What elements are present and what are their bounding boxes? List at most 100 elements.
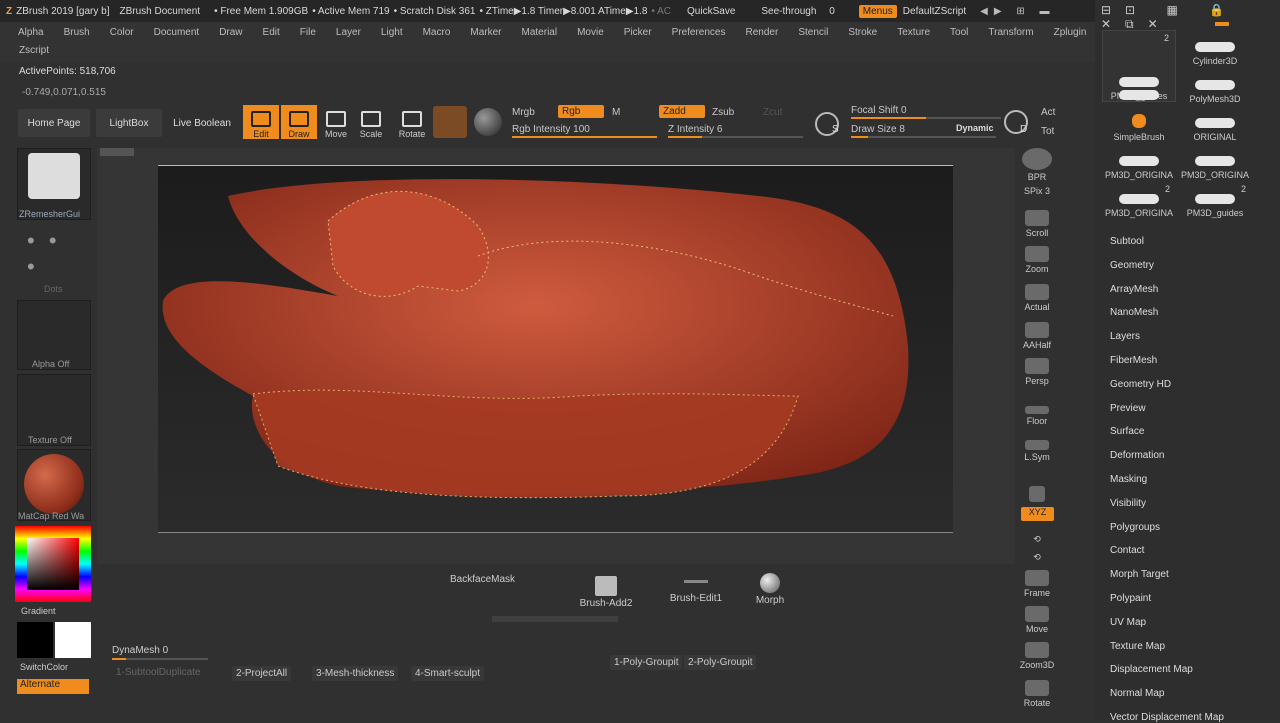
floor-button[interactable]: Floor xyxy=(1020,392,1054,426)
menu-item-draw[interactable]: Draw xyxy=(219,27,242,38)
tool-menu-surface[interactable]: Surface xyxy=(1110,426,1144,437)
menu-item-light[interactable]: Light xyxy=(381,27,403,38)
tool-menu-nanomesh[interactable]: NanoMesh xyxy=(1110,307,1158,318)
menu-item-stroke[interactable]: Stroke xyxy=(848,27,877,38)
main-color-swatch[interactable] xyxy=(17,622,53,658)
move-view-button[interactable]: Move xyxy=(1020,600,1054,634)
menu-item-zplugin[interactable]: Zplugin xyxy=(1054,27,1087,38)
tool-menu-texture-map[interactable]: Texture Map xyxy=(1110,641,1165,652)
default-zscript[interactable]: DefaultZScript xyxy=(903,6,966,17)
tool-menu-preview[interactable]: Preview xyxy=(1110,403,1146,414)
tool-thumb[interactable]: ORIGINAL xyxy=(1178,106,1252,142)
tool-menu-displacement-map[interactable]: Displacement Map xyxy=(1110,664,1193,675)
actual-button[interactable]: Actual xyxy=(1020,278,1054,312)
menu-item-brush[interactable]: Brush xyxy=(64,27,90,38)
tool-menu-contact[interactable]: Contact xyxy=(1110,545,1144,556)
zoom-button[interactable]: Zoom xyxy=(1020,240,1054,274)
menu-item-material[interactable]: Material xyxy=(522,27,558,38)
lightbox-button[interactable]: LightBox xyxy=(96,109,162,137)
bpr-button[interactable]: BPR xyxy=(1020,148,1054,182)
tool-thumb[interactable]: PM3D_ORIGINA xyxy=(1178,144,1252,180)
tool-panel-icon-strip[interactable]: ⊟⊡ ▦ 🔒 ✕⧉✕ xyxy=(1101,3,1280,32)
lsym-button[interactable]: L.Sym xyxy=(1020,428,1054,462)
aahalf-button[interactable]: AAHalf xyxy=(1020,316,1054,350)
tool-panel-scroll[interactable] xyxy=(1215,22,1229,26)
rotate-view-button[interactable]: Rotate xyxy=(1020,674,1054,708)
mesh-thickness-button[interactable]: 3-Mesh-thickness xyxy=(312,666,399,681)
menus-button[interactable]: Menus xyxy=(858,4,897,18)
menu-item-tool[interactable]: Tool xyxy=(950,27,968,38)
icon-strip[interactable]: ◀▶ ⊞ ▬ xyxy=(980,6,1055,17)
project-all-button[interactable]: 2-ProjectAll xyxy=(232,666,292,681)
dynamic-button[interactable]: Dynamic xyxy=(956,123,994,133)
focal-shift-slider[interactable]: Focal Shift 0 xyxy=(851,105,907,116)
tool-menu-uv-map[interactable]: UV Map xyxy=(1110,617,1146,628)
home-page-button[interactable]: Home Page xyxy=(18,109,90,137)
m-button[interactable]: M xyxy=(612,107,620,118)
mrgb-button[interactable]: Mrgb xyxy=(512,107,535,118)
menu-item-preferences[interactable]: Preferences xyxy=(672,27,726,38)
poly-groupit-1-button[interactable]: 1-Poly-Groupit xyxy=(610,655,683,670)
move-tool[interactable]: Move xyxy=(318,105,354,139)
frame-button[interactable]: Frame xyxy=(1020,564,1054,598)
brush-edit-button[interactable]: Brush-Edit1 xyxy=(666,580,726,604)
material-sphere-icon[interactable] xyxy=(474,108,502,136)
menu-item-picker[interactable]: Picker xyxy=(624,27,652,38)
menu-item-marker[interactable]: Marker xyxy=(470,27,501,38)
tool-thumb[interactable]: Cylinder3D xyxy=(1178,30,1252,66)
dynamesh-slider[interactable]: DynaMesh 0 xyxy=(112,645,208,660)
draw-size-slider[interactable]: Draw Size 8 xyxy=(851,124,905,135)
menu-item-document[interactable]: Document xyxy=(154,27,200,38)
rotate-tool[interactable]: Rotate xyxy=(394,105,430,139)
live-boolean-button[interactable]: Live Boolean xyxy=(166,109,238,137)
tool-menu-morph-target[interactable]: Morph Target xyxy=(1110,569,1169,580)
switch-color-button[interactable]: SwitchColor xyxy=(20,662,68,672)
secondary-color-swatch[interactable] xyxy=(55,622,91,658)
menu-item-edit[interactable]: Edit xyxy=(263,27,280,38)
alternate-button[interactable]: Alternate xyxy=(17,679,89,694)
shelf-collapse-handle[interactable] xyxy=(492,616,618,622)
menu-item-macro[interactable]: Macro xyxy=(423,27,451,38)
tool-menu-normal-map[interactable]: Normal Map xyxy=(1110,688,1164,699)
lock-icon[interactable] xyxy=(1020,470,1054,504)
tool-menu-arraymesh[interactable]: ArrayMesh xyxy=(1110,284,1158,295)
rotate-z-icon[interactable]: ⟲ xyxy=(1020,543,1054,563)
teeth-model[interactable] xyxy=(158,166,953,534)
zadd-button[interactable]: Zadd xyxy=(659,105,705,118)
tool-menu-visibility[interactable]: Visibility xyxy=(1110,498,1146,509)
rotate-y-icon[interactable]: ⟲ xyxy=(1020,525,1054,545)
tool-thumb[interactable]: PM3D_ORIGINA 2 xyxy=(1102,182,1176,218)
menu-item-transform[interactable]: Transform xyxy=(988,27,1033,38)
poly-groupit-2-button[interactable]: 2-Poly-Groupit xyxy=(684,655,757,670)
z-intensity-slider[interactable]: Z Intensity 6 xyxy=(668,124,722,135)
spix-slider[interactable]: SPix 3 xyxy=(1020,178,1054,196)
tool-menu-vector-displacement-map[interactable]: Vector Displacement Map xyxy=(1110,712,1224,723)
menu-item-texture[interactable]: Texture xyxy=(897,27,930,38)
zcut-button[interactable]: Zcut xyxy=(763,107,782,118)
backface-mask-button[interactable]: BackfaceMask xyxy=(450,574,515,585)
menu-item-movie[interactable]: Movie xyxy=(577,27,604,38)
scroll-button[interactable]: Scroll xyxy=(1020,204,1054,238)
menu-item-render[interactable]: Render xyxy=(746,27,779,38)
viewport-tab[interactable] xyxy=(100,148,134,156)
rgb-button[interactable]: Rgb xyxy=(558,105,604,118)
menu-item-zscript[interactable]: Zscript xyxy=(19,45,49,56)
morph-button[interactable]: Morph xyxy=(752,573,788,606)
canvas[interactable] xyxy=(158,165,953,533)
edit-tool[interactable]: Edit xyxy=(243,105,279,139)
tool-menu-polypaint[interactable]: Polypaint xyxy=(1110,593,1151,604)
zsub-button[interactable]: Zsub xyxy=(712,107,734,118)
smart-sculpt-button[interactable]: 4-Smart-sculpt xyxy=(411,666,485,681)
tool-thumb[interactable] xyxy=(1102,68,1176,104)
tool-menu-subtool[interactable]: Subtool xyxy=(1110,236,1144,247)
brush-add-button[interactable]: Brush-Add2 xyxy=(578,576,634,609)
tool-menu-masking[interactable]: Masking xyxy=(1110,474,1147,485)
tool-menu-geometry[interactable]: Geometry xyxy=(1110,260,1154,271)
scale-tool[interactable]: Scale xyxy=(353,105,389,139)
tool-menu-fibermesh[interactable]: FiberMesh xyxy=(1110,355,1157,366)
tool-thumb[interactable]: PM3D_guides 2 xyxy=(1178,182,1252,218)
menu-item-file[interactable]: File xyxy=(300,27,316,38)
rgb-intensity-slider[interactable]: Rgb Intensity 100 xyxy=(512,124,590,135)
color-picker[interactable] xyxy=(15,526,91,602)
zoom3d-button[interactable]: Zoom3D xyxy=(1020,636,1054,670)
